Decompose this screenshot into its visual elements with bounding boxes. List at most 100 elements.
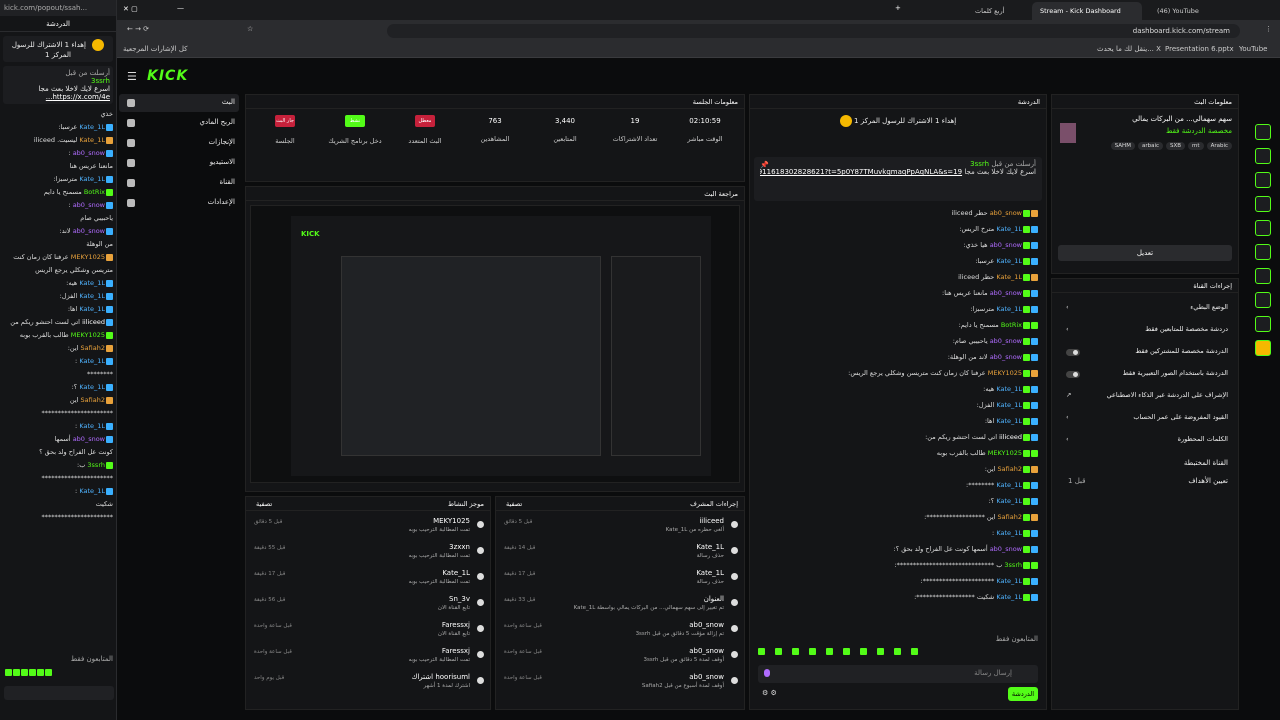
sidebar-item-channel[interactable]: القناة xyxy=(119,174,239,192)
bookmark-presentation[interactable]: Presentation 6.pptx xyxy=(1165,45,1234,53)
chat-username[interactable]: Kate_1L xyxy=(79,487,105,495)
set-goals-row[interactable]: تعيين الأهداف قبل 1 xyxy=(1058,477,1228,491)
feed-row[interactable]: ab0_snow أوقف لمدة أسبوع من قبل Safiah2 قب… xyxy=(496,671,744,695)
chat-username[interactable]: 3ssrh xyxy=(87,461,105,469)
chat-username[interactable]: ab0_snow xyxy=(73,227,105,235)
emote-icon[interactable] xyxy=(758,647,765,655)
chat-username[interactable]: Kate_1L xyxy=(79,279,105,287)
chat-username[interactable]: Kate_1L xyxy=(996,497,1022,505)
chat-username[interactable]: Kate_1L xyxy=(996,305,1022,313)
edit-icon[interactable] xyxy=(1255,124,1271,140)
feed-row[interactable]: Faressxj تمت المطالبة الترحيب بوبه قبل ساع… xyxy=(246,645,490,669)
chat-bubble-icon[interactable] xyxy=(1255,220,1271,236)
sidebar-item-money[interactable]: الربح المادي xyxy=(119,114,239,132)
chat-username[interactable]: ab0_snow xyxy=(990,337,1022,345)
bookmark-youtube[interactable]: YouTube xyxy=(1239,45,1267,53)
more-icon[interactable]: ⋮ xyxy=(1265,25,1272,33)
star-icon[interactable]: ☆ xyxy=(247,25,253,33)
popout-chat-input[interactable] xyxy=(4,686,114,700)
emote-icon[interactable] xyxy=(5,668,12,676)
emote-icon[interactable] xyxy=(894,647,901,655)
chat-username[interactable]: 3ssrh xyxy=(1004,561,1022,569)
feed-row[interactable]: MEKY1025 تمت المطالبة الترحيب بوبه قبل 5 د… xyxy=(246,515,490,539)
chat-username[interactable]: BotRix xyxy=(84,188,105,196)
chat-username[interactable]: ab0_snow xyxy=(990,289,1022,297)
mod-filter[interactable]: تصفية xyxy=(506,500,522,508)
channel-option[interactable]: القيود المفروضة على عمر الحساب › xyxy=(1058,413,1228,433)
chat-username[interactable]: Kate_1L xyxy=(996,257,1022,265)
chat-username[interactable]: iiliceed xyxy=(82,318,105,326)
feed-row[interactable]: Kate_1L تمت المطالبة الترحيب بوبه قبل 17 د… xyxy=(246,567,490,591)
chat-username[interactable]: Kate_1L xyxy=(79,383,105,391)
chat-username[interactable]: Safiah2 xyxy=(998,465,1022,473)
feed-row[interactable]: 3zxxn تمت المطالبة الترحيب بوبه قبل 55 دقي… xyxy=(246,541,490,565)
emote-icon[interactable] xyxy=(860,647,867,655)
kick-logo[interactable]: KICK xyxy=(147,68,188,84)
chat-username[interactable]: ab0_snow xyxy=(73,201,105,209)
chat-username[interactable]: ab0_snow xyxy=(990,241,1022,249)
chat-username[interactable]: Kate_1L xyxy=(996,529,1022,537)
emote-icon[interactable] xyxy=(29,668,36,676)
channel-option[interactable]: الدردشة مخصصة للمشتركين فقط xyxy=(1058,347,1228,367)
toggle-switch[interactable] xyxy=(1066,371,1080,378)
chat-username[interactable]: ab0_snow xyxy=(990,353,1022,361)
wrench-icon[interactable] xyxy=(1255,292,1271,308)
share-icon[interactable] xyxy=(1255,316,1271,332)
edit-stream-button[interactable]: تعديل xyxy=(1058,245,1232,261)
chat-settings-icons[interactable]: ⚙ ⚙ xyxy=(762,689,777,697)
stream-tag[interactable]: Arabic xyxy=(1206,142,1232,150)
sidebar-item-broadcast[interactable]: البث xyxy=(119,94,239,112)
split-icon[interactable] xyxy=(1255,244,1271,260)
stream-tag[interactable]: SAHM xyxy=(1110,142,1135,150)
chat-username[interactable]: Kate_1L xyxy=(996,273,1022,281)
feed-row[interactable]: Faressxj تابع القناة الان قبل ساعة واحدة xyxy=(246,619,490,643)
activity-filter[interactable]: تصفية xyxy=(256,500,272,508)
list-icon[interactable] xyxy=(1255,268,1271,284)
window-menu-icon[interactable]: ✕ ▢ xyxy=(123,5,138,13)
feed-row[interactable]: ab0_snow أوقف لمدة 5 دقائق من قبل 3ssrh قب… xyxy=(496,645,744,669)
stream-tag[interactable]: arbaic xyxy=(1137,142,1163,150)
feed-row[interactable]: ab0_snow تم إزالة مؤقت 5 دقائق من قبل 3ss… xyxy=(496,619,744,643)
feed-row[interactable]: hoorisuml اشتراك اشترك لمدة 1 أشهر قبل يوم… xyxy=(246,671,490,695)
chat-username[interactable]: MEKY1025 xyxy=(988,369,1022,377)
nav-controls[interactable]: ← → ⟳ xyxy=(127,25,149,33)
sidebar-item-studio[interactable]: الاستيديو xyxy=(119,154,239,172)
stream-video[interactable]: KICK xyxy=(250,205,740,483)
chat-username[interactable]: Safiah2 xyxy=(81,396,105,404)
chat-input[interactable]: إرسال رسالة xyxy=(758,665,1038,683)
channel-option[interactable]: الإشراف على الدردشة عبر الذكاء الاصطناعي… xyxy=(1058,391,1228,411)
channel-option[interactable]: الوضع البطيء › xyxy=(1058,303,1228,323)
emote-icon[interactable] xyxy=(809,647,816,655)
chat-username[interactable]: Kate_1L xyxy=(996,593,1022,601)
minimize-icon[interactable]: — xyxy=(177,4,184,12)
hamburger-icon[interactable]: ☰ xyxy=(127,70,137,83)
sidebar-item-settings[interactable]: الإعدادات xyxy=(119,194,239,212)
emote-icon[interactable] xyxy=(911,647,918,655)
chat-username[interactable]: iiliceed xyxy=(999,433,1022,441)
feed-row[interactable]: Sn_3v تابع القناة الان قبل 56 دقيقة xyxy=(246,593,490,617)
pin-icon[interactable]: 📌 xyxy=(760,161,769,169)
badge-icon[interactable] xyxy=(1255,340,1271,356)
channel-option[interactable]: الكلمات المحظورة › xyxy=(1058,435,1228,455)
emote-picker-icon[interactable] xyxy=(764,669,770,677)
tab-four-words[interactable]: أربع كلمات xyxy=(967,2,1012,20)
feed-row[interactable]: Kate_1L حذف رسالة قبل 17 دقيقة xyxy=(496,567,744,591)
chat-username[interactable]: Kate_1L xyxy=(996,401,1022,409)
all-bookmarks[interactable]: كل الإشارات المرجعية xyxy=(123,45,188,53)
emote-icon[interactable] xyxy=(21,668,28,676)
chat-username[interactable]: MEKY1025 xyxy=(988,449,1022,457)
chat-username[interactable]: ab0_snow xyxy=(990,545,1022,553)
chat-username[interactable]: Kate_1L xyxy=(79,292,105,300)
stream-tag[interactable]: SXB xyxy=(1166,142,1186,150)
chat-username[interactable]: ab0_snow xyxy=(73,435,105,443)
chat-username[interactable]: ab0_snow xyxy=(990,209,1022,217)
toggle-switch[interactable] xyxy=(1066,349,1080,356)
new-tab-icon[interactable]: + xyxy=(895,4,901,12)
stream-tag[interactable]: mt xyxy=(1188,142,1204,150)
address-bar[interactable]: dashboard.kick.com/stream xyxy=(387,24,1240,38)
emote-icon[interactable] xyxy=(826,647,833,655)
feed-row[interactable]: العنوان تم تغيير إلى سهم سهمالي... من الب… xyxy=(496,593,744,617)
bookmark-x[interactable]: ينقل لك ما يحدث... X xyxy=(1097,45,1161,53)
trash-icon[interactable] xyxy=(1255,196,1271,212)
send-chat-button[interactable]: الدردشة xyxy=(1008,687,1038,701)
